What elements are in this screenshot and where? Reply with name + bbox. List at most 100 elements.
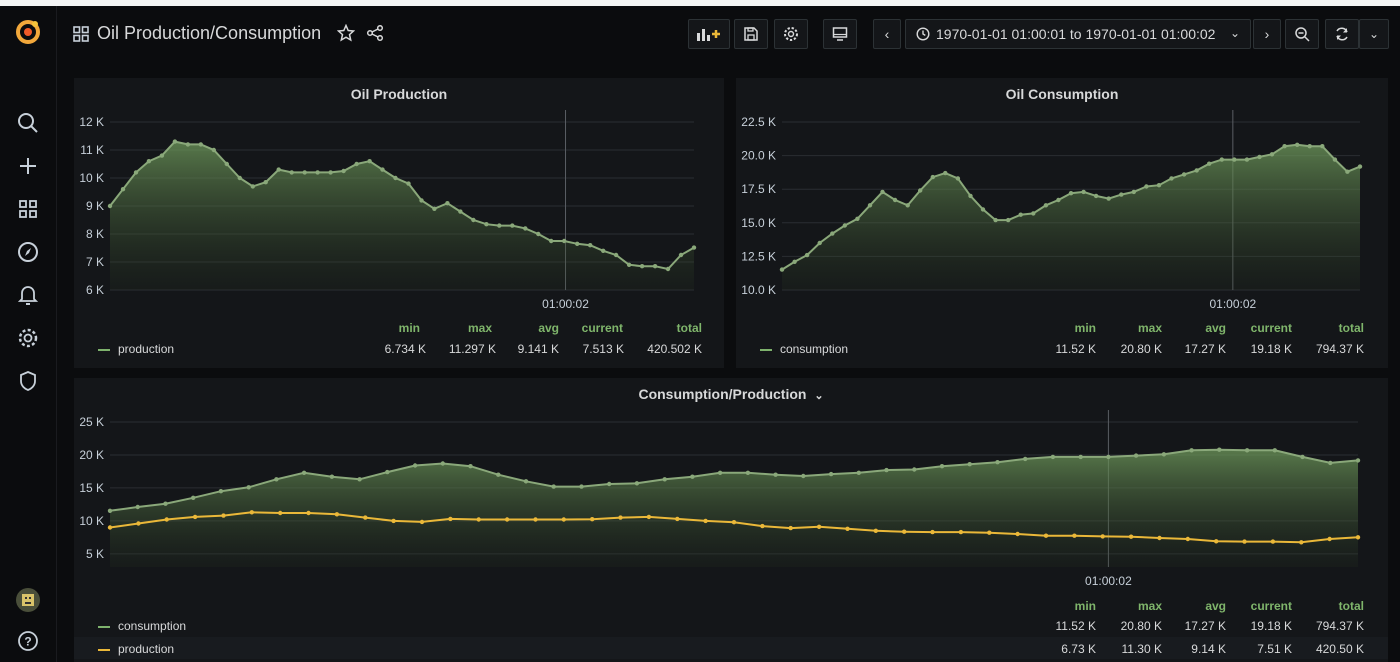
legend-header-current[interactable]: current: [1232, 599, 1292, 613]
data-point-production: [639, 264, 645, 269]
legend-header-max[interactable]: max: [1102, 599, 1162, 613]
data-point-consumption: [1106, 454, 1111, 460]
shield-icon[interactable]: [14, 367, 42, 395]
data-point-consumption: [1244, 448, 1250, 453]
data-point-consumption: [995, 460, 1000, 465]
dashboards-icon[interactable]: [14, 195, 42, 223]
star-icon[interactable]: [336, 23, 356, 47]
data-point-consumption: [1144, 184, 1149, 189]
dashboard-settings-button[interactable]: [774, 19, 808, 49]
y-tick-label: 9 K: [86, 199, 104, 213]
legend-series-name[interactable]: production: [118, 642, 174, 656]
legend-header-current[interactable]: current: [563, 321, 623, 335]
user-avatar[interactable]: [14, 586, 42, 614]
data-point-production: [328, 170, 333, 175]
legend-series-name[interactable]: production: [118, 342, 174, 356]
data-point-consumption: [412, 463, 418, 468]
data-point-production: [341, 168, 346, 174]
time-shift-forward-button[interactable]: ›: [1253, 19, 1281, 49]
time-range-label: 1970-01-01 01:00:01 to 1970-01-01 01:00:…: [936, 26, 1216, 42]
data-point-consumption: [912, 467, 917, 472]
data-point-production: [510, 223, 515, 228]
legend-header-total[interactable]: total: [642, 321, 702, 335]
legend-header-avg[interactable]: avg: [1166, 599, 1226, 613]
help-icon[interactable]: ?: [14, 627, 42, 655]
share-icon[interactable]: [366, 24, 384, 47]
data-point-production: [250, 184, 255, 189]
data-point-production: [536, 231, 541, 237]
legend-header-min[interactable]: min: [360, 321, 420, 335]
gear-icon: [784, 27, 798, 41]
data-point-consumption: [662, 477, 667, 482]
data-point-consumption: [1355, 458, 1361, 463]
data-point-consumption: [773, 472, 778, 477]
data-point-production: [278, 510, 283, 516]
time-shift-back-button[interactable]: ‹: [873, 19, 901, 49]
data-point-consumption: [1295, 142, 1300, 147]
tv-mode-button[interactable]: [823, 19, 857, 49]
legend-header-total[interactable]: total: [1304, 321, 1364, 335]
refresh-interval-dropdown[interactable]: ⌄: [1359, 19, 1389, 49]
data-point-production: [902, 529, 907, 534]
zoom-out-button[interactable]: [1285, 19, 1319, 49]
add-panel-button[interactable]: [688, 19, 730, 49]
data-point-production: [652, 264, 658, 269]
data-point-production: [958, 529, 964, 535]
data-point-production: [249, 510, 254, 515]
x-tick-label: 01:00:02: [1085, 574, 1132, 588]
data-point-production: [533, 517, 538, 522]
data-point-consumption: [830, 231, 835, 236]
dashboards-icon[interactable]: [73, 26, 89, 47]
legend-header-max[interactable]: max: [432, 321, 492, 335]
legend-header-max[interactable]: max: [1102, 321, 1162, 335]
y-tick-label: 6 K: [86, 283, 104, 297]
svg-text:?: ?: [24, 635, 31, 649]
data-point-production: [276, 167, 281, 172]
legend-header-current[interactable]: current: [1232, 321, 1292, 335]
time-range-picker[interactable]: 1970-01-01 01:00:01 to 1970-01-01 01:00:…: [905, 19, 1251, 49]
legend-header-min[interactable]: min: [1036, 599, 1096, 613]
data-point-consumption: [579, 484, 584, 489]
explore-icon[interactable]: [14, 238, 42, 266]
refresh-button[interactable]: [1325, 19, 1359, 49]
data-point-consumption: [1207, 161, 1212, 166]
panel-consumption-production: Consumption/Production ⌄ 5 K 10 K 15 K 20 K…: [74, 378, 1388, 662]
x-tick-label: 01:00:02: [542, 297, 589, 311]
search-icon[interactable]: [14, 109, 42, 137]
legend-header-min[interactable]: min: [1036, 321, 1096, 335]
data-point-production: [845, 526, 850, 531]
data-point-consumption: [842, 223, 847, 228]
data-point-production: [575, 241, 580, 246]
data-point-consumption: [918, 188, 923, 193]
data-point-production: [289, 170, 294, 175]
data-point-consumption: [690, 474, 695, 479]
legend-series-name[interactable]: consumption: [780, 342, 848, 356]
data-point-production: [665, 266, 671, 272]
data-point-production: [221, 513, 226, 518]
data-point-consumption: [1300, 454, 1305, 460]
sidebar: ?: [0, 6, 57, 662]
plus-icon[interactable]: [14, 152, 42, 180]
legend-header-avg[interactable]: avg: [1166, 321, 1226, 335]
y-tick-label: 25 K: [79, 415, 104, 429]
panel-oil-consumption: Oil Consumption 10.0 K 12.5 K 15.0 K 17.5 K…: [736, 78, 1388, 368]
data-point-production: [588, 243, 593, 248]
grafana-logo-icon[interactable]: [14, 18, 42, 46]
data-point-production: [120, 187, 126, 192]
data-point-consumption: [1357, 164, 1363, 169]
save-dashboard-button[interactable]: [734, 19, 768, 49]
data-point-production: [1100, 534, 1105, 539]
data-point-production: [432, 206, 437, 211]
alerting-icon[interactable]: [14, 281, 42, 309]
legend-series-name[interactable]: consumption: [118, 619, 186, 633]
configuration-icon[interactable]: [14, 324, 42, 352]
data-point-consumption: [246, 485, 251, 490]
dashboard-title[interactable]: Oil Production/Consumption: [97, 23, 321, 44]
data-point-consumption: [551, 484, 556, 489]
y-tick-label: 10.0 K: [741, 283, 776, 297]
legend-header-avg[interactable]: avg: [499, 321, 559, 335]
data-point-production: [107, 203, 113, 209]
legend-header-total[interactable]: total: [1304, 599, 1364, 613]
data-point-production: [691, 245, 697, 250]
data-point-production: [380, 167, 385, 172]
